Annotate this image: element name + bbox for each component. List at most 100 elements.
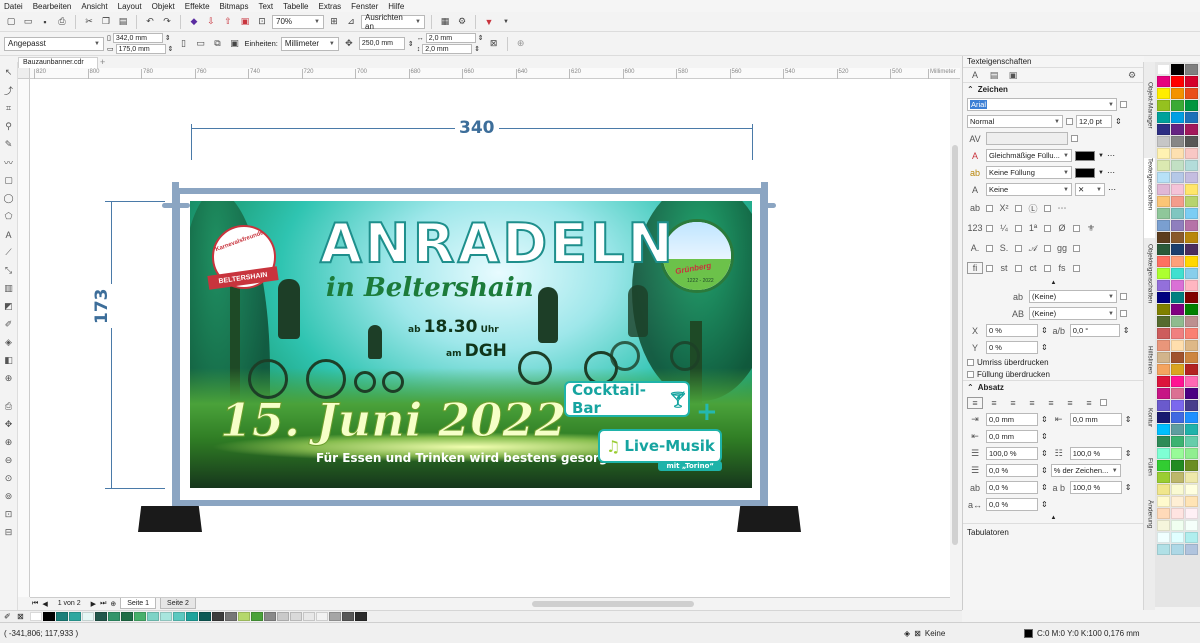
check[interactable]: [1015, 204, 1022, 212]
paragraph-mode-icon[interactable]: ▤: [986, 70, 1002, 81]
color-swatch[interactable]: [1171, 496, 1184, 507]
menu-text[interactable]: Text: [258, 2, 273, 11]
color-swatch[interactable]: [1157, 532, 1170, 543]
smart-fill-icon[interactable]: ◧: [3, 354, 15, 367]
fullscreen-icon[interactable]: ⊞: [327, 15, 341, 29]
color-swatch[interactable]: [1185, 484, 1198, 495]
expand-row[interactable]: ▲: [963, 278, 1144, 288]
color-swatch[interactable]: [1171, 448, 1184, 459]
add-page-icon[interactable]: ⊕: [110, 600, 116, 608]
color-swatch[interactable]: [1157, 340, 1170, 351]
color-swatch[interactable]: [1157, 244, 1170, 255]
angle-input[interactable]: 0,0 °: [1069, 324, 1120, 337]
check[interactable]: [1044, 204, 1051, 212]
color-swatch[interactable]: [1157, 232, 1170, 243]
menu-tabelle[interactable]: Tabelle: [283, 2, 308, 11]
check[interactable]: [1073, 264, 1080, 272]
color-swatch[interactable]: [1157, 472, 1170, 483]
check[interactable]: [1044, 264, 1051, 272]
spin-arrows-icon[interactable]: ⇕: [1041, 500, 1048, 509]
search-content-icon[interactable]: ◆: [187, 15, 201, 29]
connector-tool-icon[interactable]: ⤡: [3, 264, 15, 277]
color-swatch[interactable]: [1185, 340, 1198, 351]
color-swatch[interactable]: [1157, 172, 1170, 183]
color-swatch[interactable]: [1171, 520, 1184, 531]
nudge-distance-input[interactable]: 250,0 mm: [358, 37, 405, 50]
color-swatch[interactable]: [1157, 424, 1170, 435]
color-swatch[interactable]: [1157, 508, 1170, 519]
document-color-swatch[interactable]: [95, 612, 107, 621]
docker-options-icon[interactable]: ⚙: [1124, 70, 1140, 81]
print-icon[interactable]: ⎙: [55, 15, 69, 29]
color-swatch[interactable]: [1157, 496, 1170, 507]
new-document-icon[interactable]: ▢: [4, 15, 18, 29]
color-swatch[interactable]: [1157, 544, 1170, 555]
drop-shadow-icon[interactable]: ▥: [3, 282, 15, 295]
paragraph-section-header[interactable]: ⌃ Absatz: [963, 380, 1144, 394]
color-swatch[interactable]: [1157, 220, 1170, 231]
document-color-swatch[interactable]: [43, 612, 55, 621]
dup-x-input[interactable]: 2,0 mm: [425, 33, 476, 43]
color-swatch[interactable]: [1157, 184, 1170, 195]
vertical-ruler[interactable]: [18, 79, 30, 597]
left-indent-input[interactable]: 0,0 mm: [986, 413, 1038, 426]
color-swatch[interactable]: [1157, 484, 1170, 495]
spin-arrows-icon[interactable]: ⇕: [1041, 326, 1048, 335]
menu-datei[interactable]: Datei: [4, 2, 23, 11]
color-swatch[interactable]: [1171, 136, 1184, 147]
color-swatch[interactable]: [1185, 208, 1198, 219]
menu-effekte[interactable]: Effekte: [185, 2, 210, 11]
zoom-selected-icon[interactable]: ⊙: [3, 472, 15, 485]
color-swatch[interactable]: [1157, 280, 1170, 291]
color-swatch[interactable]: [1171, 340, 1184, 351]
current-page-icon[interactable]: ▣: [228, 37, 242, 51]
ellipse-tool-icon[interactable]: ◯: [3, 192, 15, 205]
character-section-header[interactable]: ⌃ Zeichen: [963, 82, 1144, 96]
spin-arrows-icon[interactable]: ⇕: [474, 45, 480, 53]
horizontal-ruler[interactable]: Millimeter 820 800 780 760 740 720 700 680 660 64…: [30, 68, 960, 79]
tabs-section-header[interactable]: Tabulatoren: [963, 523, 1144, 540]
outline-status[interactable]: C:0 M:0 Y:0 K:100 0,176 mm: [1024, 628, 1140, 638]
right-indent-input[interactable]: 0,0 mm: [986, 430, 1038, 443]
color-swatch[interactable]: [1157, 328, 1170, 339]
spin-arrows-icon[interactable]: ⇕: [1041, 466, 1048, 475]
color-swatch[interactable]: [1171, 208, 1184, 219]
color-swatch[interactable]: [1157, 400, 1170, 411]
check[interactable]: [986, 204, 993, 212]
color-swatch[interactable]: [1185, 232, 1198, 243]
parallel-dimension-icon[interactable]: ⟋: [3, 246, 15, 259]
artistic-media-icon[interactable]: 〰: [3, 156, 15, 169]
color-swatch[interactable]: [1171, 532, 1184, 543]
horizontal-shift-input[interactable]: 0 %: [986, 324, 1038, 337]
word-spacing-input[interactable]: 100,0 %: [1069, 481, 1122, 494]
color-swatch[interactable]: [1185, 520, 1198, 531]
color-swatch[interactable]: [1157, 100, 1170, 111]
document-color-swatch[interactable]: [134, 612, 146, 621]
color-swatch[interactable]: [1157, 436, 1170, 447]
landscape-icon[interactable]: ▭: [194, 37, 208, 51]
all-pages-icon[interactable]: ⧉: [211, 37, 225, 51]
color-swatch[interactable]: [1157, 76, 1170, 87]
color-swatch[interactable]: [1171, 316, 1184, 327]
crop-tool-icon[interactable]: ⌗: [3, 102, 15, 115]
outline-settings-icon[interactable]: ⋯: [1108, 185, 1116, 194]
color-swatch[interactable]: [1185, 244, 1198, 255]
background-fill-select[interactable]: Keine Füllung ▼: [986, 166, 1072, 179]
menu-extras[interactable]: Extras: [318, 2, 341, 11]
last-page-icon[interactable]: ⏭: [100, 600, 106, 608]
eyedropper-icon[interactable]: ✐: [4, 612, 16, 621]
color-swatch[interactable]: [1185, 196, 1198, 207]
zoom-tool-icon[interactable]: ⚲: [3, 120, 15, 133]
slashed-zero-icon[interactable]: Ø: [1054, 223, 1070, 233]
color-swatch[interactable]: [1171, 244, 1184, 255]
document-color-swatch[interactable]: [264, 612, 276, 621]
color-swatch[interactable]: [1157, 448, 1170, 459]
kerning-check[interactable]: [1071, 135, 1078, 142]
before-paragraph-input[interactable]: 0,0 %: [986, 464, 1038, 477]
underline-icon[interactable]: ab: [967, 203, 983, 213]
fs-ligature-icon[interactable]: fs: [1054, 263, 1070, 273]
page-size-select[interactable]: Angepasst ▼: [4, 36, 104, 51]
color-swatch[interactable]: [1157, 136, 1170, 147]
color-swatch[interactable]: [1171, 64, 1184, 75]
align-full-icon[interactable]: ≡: [1081, 398, 1097, 408]
